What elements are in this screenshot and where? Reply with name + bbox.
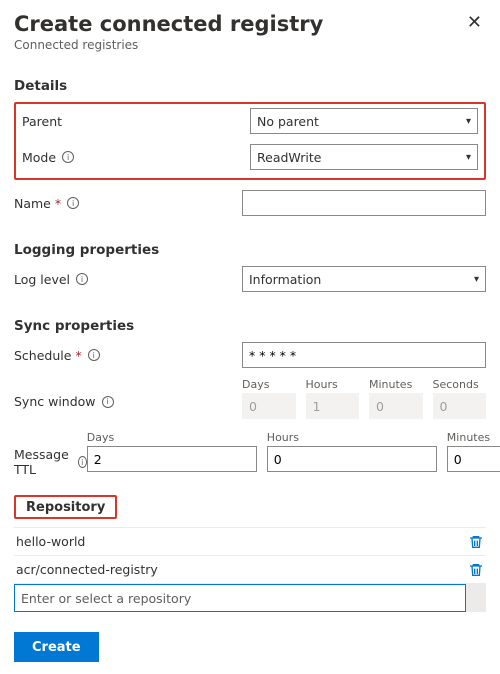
- info-icon[interactable]: i: [62, 151, 74, 163]
- repository-section: Repository hello-world acr/connected-reg…: [14, 495, 486, 612]
- label-message-ttl-text: Message TTL: [14, 447, 72, 477]
- select-loglevel-value: Information: [249, 272, 321, 287]
- row-parent: Parent No parent ▾: [22, 108, 478, 134]
- chevron-down-icon: ▾: [466, 116, 471, 127]
- repository-input-row: [14, 584, 486, 612]
- ttl-hours: Hours: [267, 431, 437, 472]
- delete-icon[interactable]: [468, 534, 484, 550]
- unit-days: Days: [87, 431, 257, 444]
- label-mode: Mode i: [22, 150, 250, 165]
- row-loglevel: Log level i Information ▾: [14, 266, 486, 292]
- label-mode-text: Mode: [22, 150, 56, 165]
- unit-minutes: Minutes: [369, 378, 423, 391]
- unit-hours: Hours: [306, 378, 360, 391]
- row-sync-window: Sync window i Days 0 Hours 1 Minutes 0 S…: [14, 378, 486, 419]
- repository-add-pad: [466, 584, 486, 612]
- repository-header: Repository: [26, 500, 105, 515]
- info-icon[interactable]: i: [67, 197, 79, 209]
- sync-window-seconds: Seconds 0: [433, 378, 487, 419]
- select-mode[interactable]: ReadWrite ▾: [250, 144, 478, 170]
- label-parent-text: Parent: [22, 114, 62, 129]
- input-name[interactable]: [242, 190, 486, 216]
- list-item: hello-world: [14, 528, 486, 556]
- list-item: acr/connected-registry: [14, 556, 486, 584]
- label-parent: Parent: [22, 114, 250, 129]
- info-icon[interactable]: i: [76, 273, 88, 285]
- chevron-down-icon: ▾: [466, 152, 471, 163]
- delete-icon[interactable]: [468, 562, 484, 578]
- row-schedule: Schedule * i: [14, 342, 486, 368]
- label-name-text: Name: [14, 196, 51, 211]
- ttl-minutes: Minutes: [447, 431, 500, 472]
- sync-window-minutes-input: 0: [369, 393, 423, 419]
- unit-minutes: Minutes: [447, 431, 500, 444]
- repository-input[interactable]: [14, 584, 466, 612]
- sync-window-hours: Hours 1: [306, 378, 360, 419]
- label-schedule: Schedule * i: [14, 348, 242, 363]
- repo-name: hello-world: [16, 534, 85, 549]
- unit-hours: Hours: [267, 431, 437, 444]
- sync-window-days: Days 0: [242, 378, 296, 419]
- label-sync-window: Sync window i: [14, 378, 242, 409]
- highlight-repository-header: Repository: [14, 495, 117, 519]
- highlight-parent-mode: Parent No parent ▾ Mode i ReadWrite ▾: [14, 102, 486, 180]
- create-button[interactable]: Create: [14, 632, 99, 662]
- required-star: *: [75, 348, 81, 363]
- label-sync-window-text: Sync window: [14, 394, 96, 409]
- label-name: Name * i: [14, 196, 242, 211]
- required-star: *: [55, 196, 61, 211]
- section-details: Details: [14, 78, 486, 94]
- sync-window-minutes: Minutes 0: [369, 378, 423, 419]
- page-subtitle: Connected registries: [14, 38, 323, 52]
- sync-window-fields: Days 0 Hours 1 Minutes 0 Seconds 0: [242, 378, 486, 419]
- row-mode: Mode i ReadWrite ▾: [22, 144, 478, 170]
- info-icon[interactable]: i: [102, 396, 114, 408]
- ttl-days: Days: [87, 431, 257, 472]
- ttl-days-input[interactable]: [87, 446, 257, 472]
- select-mode-value: ReadWrite: [257, 150, 321, 165]
- chevron-down-icon: ▾: [474, 274, 479, 285]
- label-loglevel: Log level i: [14, 272, 242, 287]
- section-logging: Logging properties: [14, 242, 486, 258]
- message-ttl-fields: Days Hours Minutes Seconds: [87, 431, 500, 472]
- label-loglevel-text: Log level: [14, 272, 70, 287]
- select-loglevel[interactable]: Information ▾: [242, 266, 486, 292]
- info-icon[interactable]: i: [88, 349, 100, 361]
- repository-list: hello-world acr/connected-registry: [14, 527, 486, 584]
- row-name: Name * i: [14, 190, 486, 216]
- blade-header: Create connected registry Connected regi…: [14, 12, 486, 52]
- sync-window-hours-input: 1: [306, 393, 360, 419]
- unit-days: Days: [242, 378, 296, 391]
- sync-window-days-input: 0: [242, 393, 296, 419]
- ttl-minutes-input[interactable]: [447, 446, 500, 472]
- info-icon[interactable]: i: [78, 456, 87, 468]
- label-message-ttl: Message TTL i: [14, 431, 87, 477]
- input-schedule[interactable]: [242, 342, 486, 368]
- section-sync: Sync properties: [14, 318, 486, 334]
- row-message-ttl: Message TTL i Days Hours Minutes Seconds: [14, 431, 486, 477]
- unit-seconds: Seconds: [433, 378, 487, 391]
- repo-name: acr/connected-registry: [16, 562, 158, 577]
- page-title: Create connected registry: [14, 12, 323, 36]
- select-parent[interactable]: No parent ▾: [250, 108, 478, 134]
- title-block: Create connected registry Connected regi…: [14, 12, 323, 52]
- label-schedule-text: Schedule: [14, 348, 71, 363]
- ttl-hours-input[interactable]: [267, 446, 437, 472]
- select-parent-value: No parent: [257, 114, 319, 129]
- close-icon[interactable]: ✕: [463, 12, 486, 34]
- sync-window-seconds-input: 0: [433, 393, 487, 419]
